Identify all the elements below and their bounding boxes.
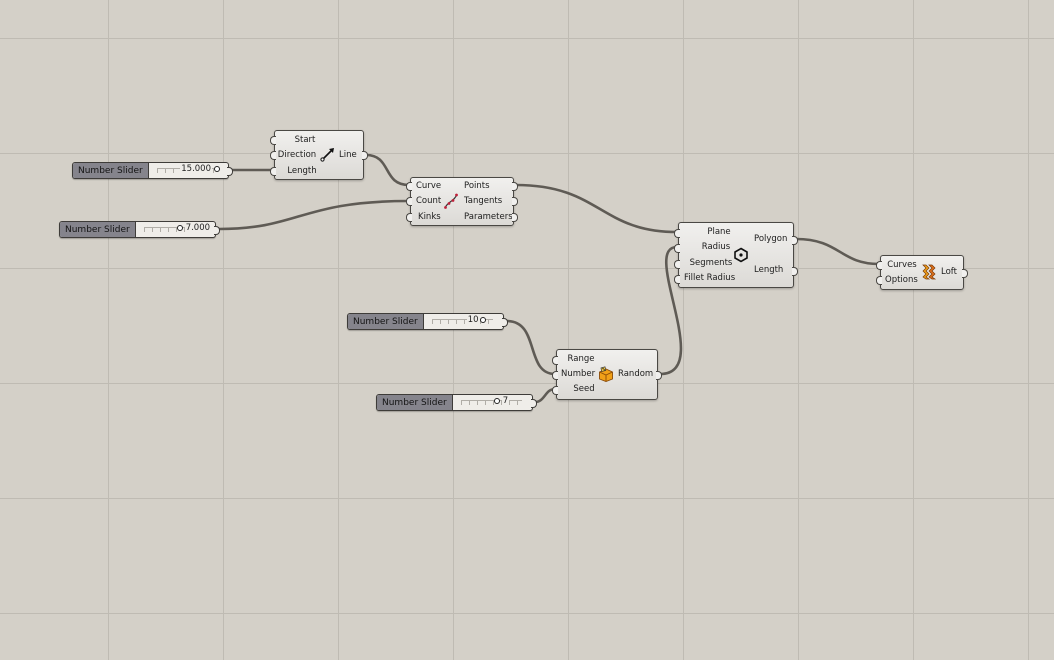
input-grip-segments[interactable] <box>674 260 680 269</box>
input-direction: Direction <box>277 150 317 160</box>
output-grip-polygon[interactable] <box>792 236 798 245</box>
input-grip-fillet-radius[interactable] <box>674 275 680 284</box>
slider-output-grip[interactable] <box>502 318 508 327</box>
wire-slider3-number[interactable] <box>506 319 556 376</box>
slider-rail[interactable]: 7 <box>459 395 524 410</box>
number-slider-4[interactable]: Number Slider 7 <box>376 394 537 411</box>
slider-output-grip[interactable] <box>214 226 220 235</box>
input-grip-count[interactable] <box>406 197 412 206</box>
output-grip-length[interactable] <box>792 267 798 276</box>
output-grip-line[interactable] <box>362 151 368 160</box>
slider-knob[interactable] <box>493 398 500 404</box>
input-grip-range[interactable] <box>552 356 558 365</box>
input-grip-options[interactable] <box>876 276 882 285</box>
loft-icon <box>922 264 937 280</box>
input-fillet-radius: Fillet Radius <box>684 273 736 283</box>
input-grip-radius[interactable] <box>674 244 680 253</box>
input-range: Range <box>567 354 595 364</box>
output-grip-loft[interactable] <box>962 269 968 278</box>
input-grip-plane[interactable] <box>674 229 680 238</box>
input-curves: Curves <box>887 260 917 270</box>
wires-layer <box>218 153 880 404</box>
polygon-component[interactable]: Plane Radius Segments Fillet Radius Poly… <box>674 222 798 288</box>
input-count: Count <box>416 196 442 206</box>
slider-value: 15.000 <box>180 164 212 174</box>
input-grip-kinks[interactable] <box>406 213 412 222</box>
slider-knob[interactable] <box>479 317 486 323</box>
line-sdl-icon <box>320 148 334 162</box>
slider-rail[interactable]: 15.000 <box>155 163 220 178</box>
output-parameters: Parameters <box>464 212 513 222</box>
output-points: Points <box>464 181 490 191</box>
input-grip-direction[interactable] <box>270 151 276 160</box>
slider-output-grip[interactable] <box>227 167 233 176</box>
output-loft: Loft <box>941 267 957 277</box>
divide-curve-component[interactable]: Curve Count Kinks Points Tangents Parame… <box>406 177 518 226</box>
number-slider-3[interactable]: Number Slider 10 <box>347 313 508 330</box>
input-kinks: Kinks <box>418 212 441 222</box>
input-grip-seed[interactable] <box>552 386 558 395</box>
wire-polygon-curves[interactable] <box>795 237 880 266</box>
input-grip-number[interactable] <box>552 371 558 380</box>
output-grip-tangents[interactable] <box>512 197 518 206</box>
output-grip-points[interactable] <box>512 182 518 191</box>
slider-label: Number Slider <box>60 222 136 237</box>
number-slider-2[interactable]: Number Slider 7.000 <box>59 221 220 238</box>
output-random: Random <box>618 369 654 379</box>
slider-value: 10 <box>466 315 480 325</box>
wire-points-plane[interactable] <box>515 183 678 234</box>
input-start: Start <box>294 135 316 145</box>
output-polygon: Polygon <box>754 234 788 244</box>
output-length: Length <box>754 265 784 275</box>
random-component[interactable]: Range Number Seed Random <box>552 349 662 400</box>
loft-component[interactable]: Curves Options Loft <box>876 255 968 290</box>
slider-knob[interactable] <box>214 166 220 172</box>
polygon-icon <box>734 247 748 263</box>
input-grip-start[interactable] <box>270 136 276 145</box>
input-length: Length <box>287 166 317 176</box>
random-icon <box>599 366 613 382</box>
input-number: Number <box>561 369 596 379</box>
slider-label: Number Slider <box>348 314 424 329</box>
output-line: Line <box>339 150 357 160</box>
output-grip-parameters[interactable] <box>512 213 518 222</box>
divide-curve-icon <box>444 193 458 209</box>
input-grip-curve[interactable] <box>406 182 412 191</box>
output-tangents: Tangents <box>464 196 503 206</box>
slider-rail[interactable]: 10 <box>430 314 495 329</box>
number-slider-1[interactable]: Number Slider 15.000 <box>72 162 233 179</box>
input-seed: Seed <box>573 384 595 394</box>
output-grip-random[interactable] <box>656 371 662 380</box>
slider-value: 7.000 <box>184 223 212 233</box>
slider-label: Number Slider <box>377 395 453 410</box>
slider-value: 7 <box>501 396 510 406</box>
line-sdl-component[interactable]: Start Direction Length Line <box>270 130 368 180</box>
slider-rail[interactable]: 7.000 <box>142 222 212 237</box>
input-segments: Segments <box>689 258 733 268</box>
input-grip-length[interactable] <box>270 167 276 176</box>
input-options: Options <box>885 275 918 285</box>
input-curve: Curve <box>416 181 442 191</box>
slider-knob[interactable] <box>176 225 183 231</box>
wire-line-curve[interactable] <box>365 153 410 187</box>
input-grip-curves[interactable] <box>876 261 882 270</box>
slider-label: Number Slider <box>73 163 149 178</box>
wire-slider2-count[interactable] <box>218 199 410 231</box>
input-plane: Plane <box>707 227 731 237</box>
slider-output-grip[interactable] <box>531 399 537 408</box>
